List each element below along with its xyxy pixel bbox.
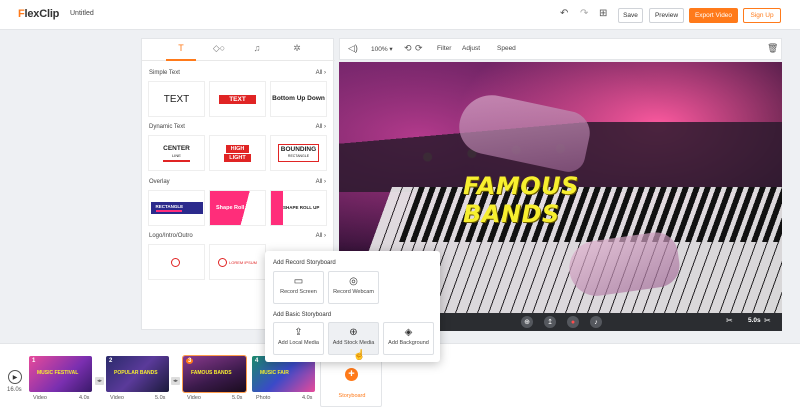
clip-type: Video	[187, 395, 201, 401]
upload-icon[interactable]: ↥	[544, 316, 556, 328]
sign-up-button[interactable]: Sign Up	[743, 8, 781, 23]
export-video-button[interactable]: Export Video	[689, 8, 738, 23]
hand-cursor-icon: ☝	[353, 350, 366, 361]
clip-type: Video	[110, 395, 124, 401]
monitor-icon: ▭	[293, 276, 304, 287]
dynamic-text-title: Dynamic Text	[149, 124, 185, 130]
play-icon: ▶	[12, 374, 18, 381]
logo-intro-all-link[interactable]: All ›	[316, 233, 326, 239]
microphone-icon[interactable]: ♪	[590, 316, 602, 328]
clip-duration: 4.0s	[79, 395, 90, 401]
clip-duration: 5.0s	[232, 395, 243, 401]
timeline-clip[interactable]: 1 MUSIC FESTIVAL	[29, 356, 92, 392]
add-storyboard-popup: Add Record Storyboard ▭ Record Screen ◎ …	[265, 251, 440, 362]
preview-button[interactable]: Preview	[649, 8, 684, 23]
total-duration: 16.0s	[7, 387, 22, 393]
trash-icon[interactable]: 🗑	[767, 43, 778, 54]
globe-icon[interactable]: ⊕	[521, 316, 533, 328]
gear-icon: ✲	[293, 43, 301, 53]
add-background-button[interactable]: ◈ Add Background	[383, 322, 434, 355]
transition-icon[interactable]: ◂▸	[171, 377, 180, 385]
timeline-clip-selected[interactable]: 3 FAMOUS BANDS	[182, 355, 247, 393]
simple-text-all-link[interactable]: All ›	[316, 70, 326, 76]
add-local-media-button[interactable]: ⇪ Add Local Media	[273, 322, 324, 355]
volume-icon[interactable]: ◁)	[348, 43, 358, 54]
logo-intro-title: Logo/Intro/Outro	[149, 233, 193, 239]
adjust-button[interactable]: Adjust	[462, 45, 480, 52]
speed-button[interactable]: Speed	[497, 45, 516, 52]
simple-text-card[interactable]: TEXT	[209, 81, 266, 117]
logo-intro-card[interactable]: LOREM IPSUM	[209, 244, 266, 280]
clip-type: Video	[33, 395, 47, 401]
upload-icon: ⇪	[294, 327, 303, 338]
logo-intro-card[interactable]	[148, 244, 205, 280]
globe-icon: ⊕	[349, 327, 358, 338]
save-button[interactable]: Save	[618, 8, 643, 23]
record-storyboard-heading: Add Record Storyboard	[273, 260, 336, 266]
music-icon: ♫	[253, 43, 261, 53]
logo-ring-icon	[171, 257, 180, 267]
top-bar: FlexClip Untitled ↶ ↷ ⊞ Save Preview Exp…	[0, 0, 800, 30]
app-logo[interactable]: FlexClip	[18, 8, 59, 20]
redo-icon[interactable]: ↷	[580, 8, 588, 19]
dynamic-text-all-link[interactable]: All ›	[316, 124, 326, 130]
plus-icon: +	[345, 368, 358, 381]
overlay-card[interactable]: RECTANGLE	[148, 190, 205, 226]
scissors-icon[interactable]: ✂	[726, 316, 733, 325]
basic-storyboard-heading: Add Basic Storyboard	[273, 312, 332, 318]
overlay-card[interactable]: Shape Roll Out	[209, 190, 266, 226]
record-webcam-button[interactable]: ◎ Record Webcam	[328, 271, 379, 304]
timeline-clip[interactable]: 2 POPULAR BANDS	[106, 356, 169, 392]
simple-text-title: Simple Text	[149, 70, 180, 76]
tab-text[interactable]: T	[166, 43, 196, 61]
filter-button[interactable]: Filter	[437, 45, 451, 52]
dynamic-text-card[interactable]: HIGH LIGHT	[209, 135, 266, 171]
editor-toolbar: ◁) 100% ▾ ⟲ ⟳ Filter Adjust Speed 🗑	[339, 38, 782, 60]
clip-type: Photo	[256, 395, 271, 401]
dynamic-text-card[interactable]: CENTER LINE	[148, 135, 205, 171]
transition-icon[interactable]: ◂▸	[95, 377, 104, 385]
overlay-card[interactable]: SHAPE ROLL UP	[270, 190, 327, 226]
simple-text-card[interactable]: TEXT	[148, 81, 205, 117]
rotate-right-icon[interactable]: ⟳	[415, 43, 423, 54]
grid-icon[interactable]: ⊞	[599, 8, 607, 19]
record-screen-button[interactable]: ▭ Record Screen	[273, 271, 324, 304]
text-icon: T	[178, 43, 184, 53]
overlay-all-link[interactable]: All ›	[316, 179, 326, 185]
logo-ring-icon	[217, 257, 227, 267]
clip-duration: 4.0s	[302, 395, 313, 401]
split-icon[interactable]: ✂	[764, 316, 771, 325]
undo-icon[interactable]: ↶	[560, 8, 568, 19]
zoom-select[interactable]: 100% ▾	[371, 45, 393, 53]
add-storyboard-button[interactable]: + Storyboard	[320, 355, 382, 407]
simple-text-card[interactable]: Bottom Up Down	[270, 81, 327, 117]
tab-settings[interactable]: ✲	[282, 43, 312, 61]
clip-duration: 5.0s	[155, 395, 166, 401]
tab-music[interactable]: ♫	[242, 43, 272, 61]
video-text-overlay[interactable]: FAMOUS BANDS	[463, 172, 663, 228]
tab-elements[interactable]: ◇○	[204, 43, 234, 61]
dynamic-text-card[interactable]: BOUNDING RECTANGLE	[270, 135, 327, 171]
rotate-left-icon[interactable]: ⟲	[404, 43, 412, 54]
clip-duration: 5.0s	[748, 317, 761, 324]
project-title[interactable]: Untitled	[70, 10, 94, 17]
overlay-title: Overlay	[149, 179, 170, 185]
play-button[interactable]: ▶	[8, 370, 22, 384]
webcam-icon: ◎	[349, 276, 358, 287]
paint-bucket-icon: ◈	[404, 327, 413, 338]
shapes-icon: ◇○	[212, 43, 226, 53]
record-icon[interactable]: ●	[567, 316, 579, 328]
panel-tabs: T ◇○ ♫ ✲	[142, 39, 335, 61]
